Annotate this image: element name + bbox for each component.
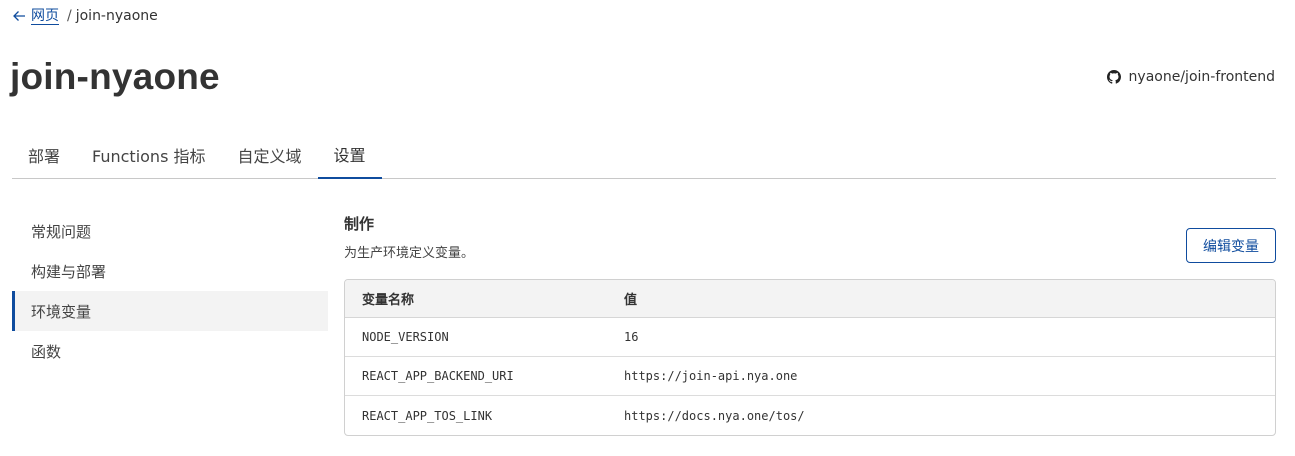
sidebar-item-build-deploy[interactable]: 构建与部署 <box>12 251 328 291</box>
sidebar-item-label: 构建与部署 <box>31 262 107 281</box>
sidebar-item-functions[interactable]: 函数 <box>12 331 328 371</box>
tab-label: Functions 指标 <box>92 146 206 166</box>
github-icon <box>1106 70 1121 84</box>
tab-deployments[interactable]: 部署 <box>12 135 76 179</box>
column-header-name: 变量名称 <box>362 293 415 308</box>
tab-custom-domains[interactable]: 自定义域 <box>222 135 318 179</box>
variable-value: 16 <box>624 330 639 344</box>
table-row: REACT_APP_BACKEND_URI https://join-api.n… <box>345 357 1275 396</box>
tab-label: 设置 <box>333 145 366 165</box>
variable-name: REACT_APP_BACKEND_URI <box>362 369 514 383</box>
breadcrumb-separator: / <box>67 8 72 24</box>
section-description: 为生产环境定义变量。 <box>344 246 475 261</box>
tab-label: 部署 <box>28 146 61 166</box>
tab-label: 自定义域 <box>237 146 302 166</box>
tab-settings[interactable]: 设置 <box>317 135 382 179</box>
settings-sidebar: 常规问题 构建与部署 环境变量 函数 <box>12 211 328 371</box>
variable-name: REACT_APP_TOS_LINK <box>362 408 493 423</box>
page-title: join-nyaone <box>10 56 220 97</box>
sidebar-item-label: 环境变量 <box>31 302 92 321</box>
section-title: 制作 <box>344 215 375 233</box>
sidebar-item-label: 函数 <box>31 342 62 361</box>
breadcrumb: 网页 / join-nyaone <box>12 6 158 26</box>
breadcrumb-current: join-nyaone <box>75 8 158 24</box>
arrow-left-icon <box>13 11 25 21</box>
tab-bar: 部署 Functions 指标 自定义域 设置 <box>12 135 1276 179</box>
edit-variables-button[interactable]: 编辑变量 <box>1186 228 1276 263</box>
column-header-value: 值 <box>624 293 638 308</box>
sidebar-item-environment-variables[interactable]: 环境变量 <box>12 291 328 331</box>
variable-name: NODE_VERSION <box>362 330 449 344</box>
env-variables-table: 变量名称 值 NODE_VERSION 16 REACT_APP_BACKEND… <box>344 279 1276 436</box>
sidebar-item-general[interactable]: 常规问题 <box>12 211 328 251</box>
tab-functions-metrics[interactable]: Functions 指标 <box>76 135 221 179</box>
table-header: 变量名称 值 <box>345 280 1275 318</box>
breadcrumb-parent-label: 网页 <box>31 7 59 25</box>
table-row: NODE_VERSION 16 <box>345 318 1275 357</box>
variable-value: https://join-api.nya.one <box>624 369 798 383</box>
variable-value: https://docs.nya.one/tos/ <box>624 408 805 423</box>
breadcrumb-back-link[interactable]: 网页 <box>12 8 59 25</box>
repo-link[interactable]: nyaone/join-frontend <box>1106 69 1275 85</box>
sidebar-item-label: 常规问题 <box>31 222 92 241</box>
repo-name: nyaone/join-frontend <box>1128 69 1275 85</box>
table-row: REACT_APP_TOS_LINK https://docs.nya.one/… <box>345 396 1275 435</box>
